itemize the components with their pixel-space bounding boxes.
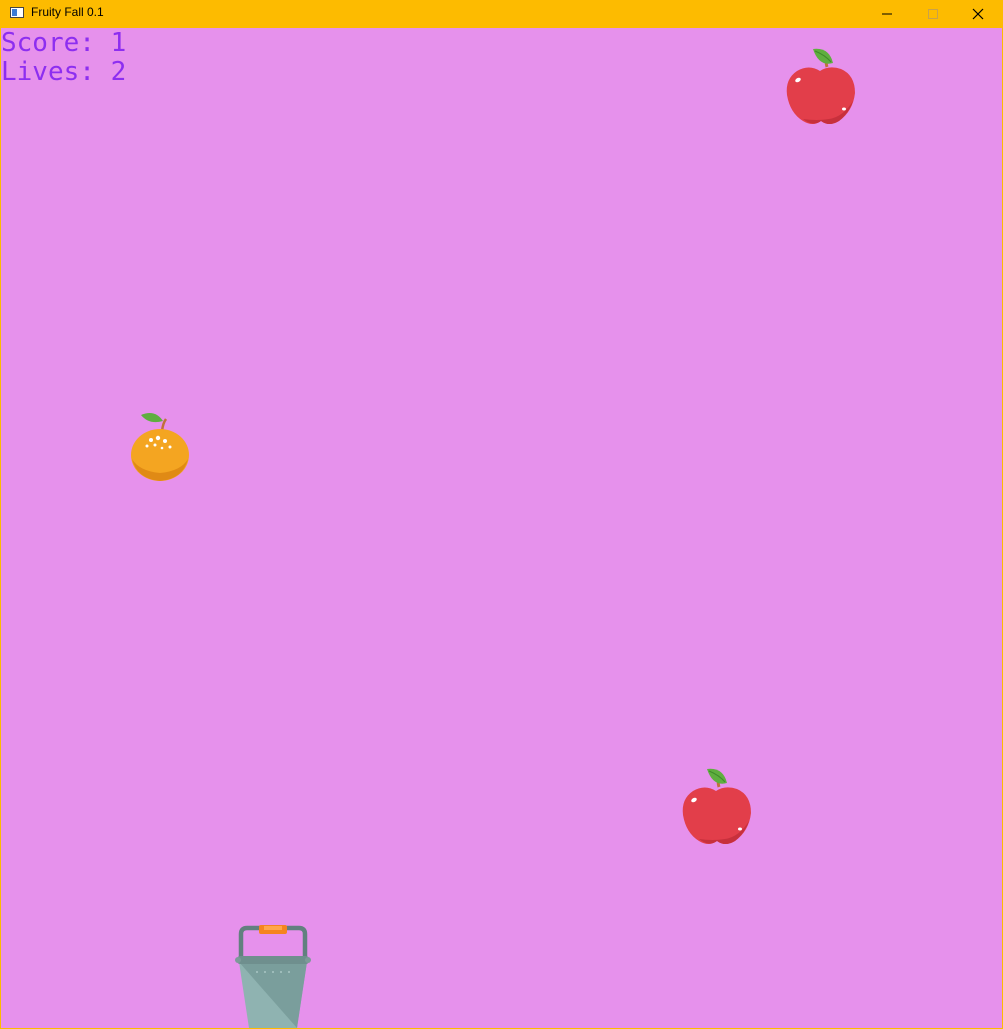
bucket-player — [235, 925, 311, 1028]
apple-fruit — [682, 768, 751, 844]
maximize-button[interactable] — [910, 0, 956, 27]
orange-fruit — [131, 413, 189, 481]
close-icon — [972, 8, 984, 19]
apple-fruit — [786, 48, 855, 124]
minimize-button[interactable] — [864, 0, 910, 27]
window-titlebar[interactable]: Fruity Fall 0.1 — [0, 0, 1003, 27]
score-text: Score: 1 — [1, 28, 127, 58]
close-button[interactable] — [955, 0, 1001, 27]
minimize-icon — [882, 13, 892, 14]
game-canvas[interactable]: Score: 1 Lives: 2 — [1, 28, 1002, 1028]
window-title: Fruity Fall 0.1 — [31, 5, 104, 19]
maximize-icon — [928, 8, 938, 19]
app-icon — [10, 7, 24, 18]
lives-text: Lives: 2 — [1, 57, 127, 87]
